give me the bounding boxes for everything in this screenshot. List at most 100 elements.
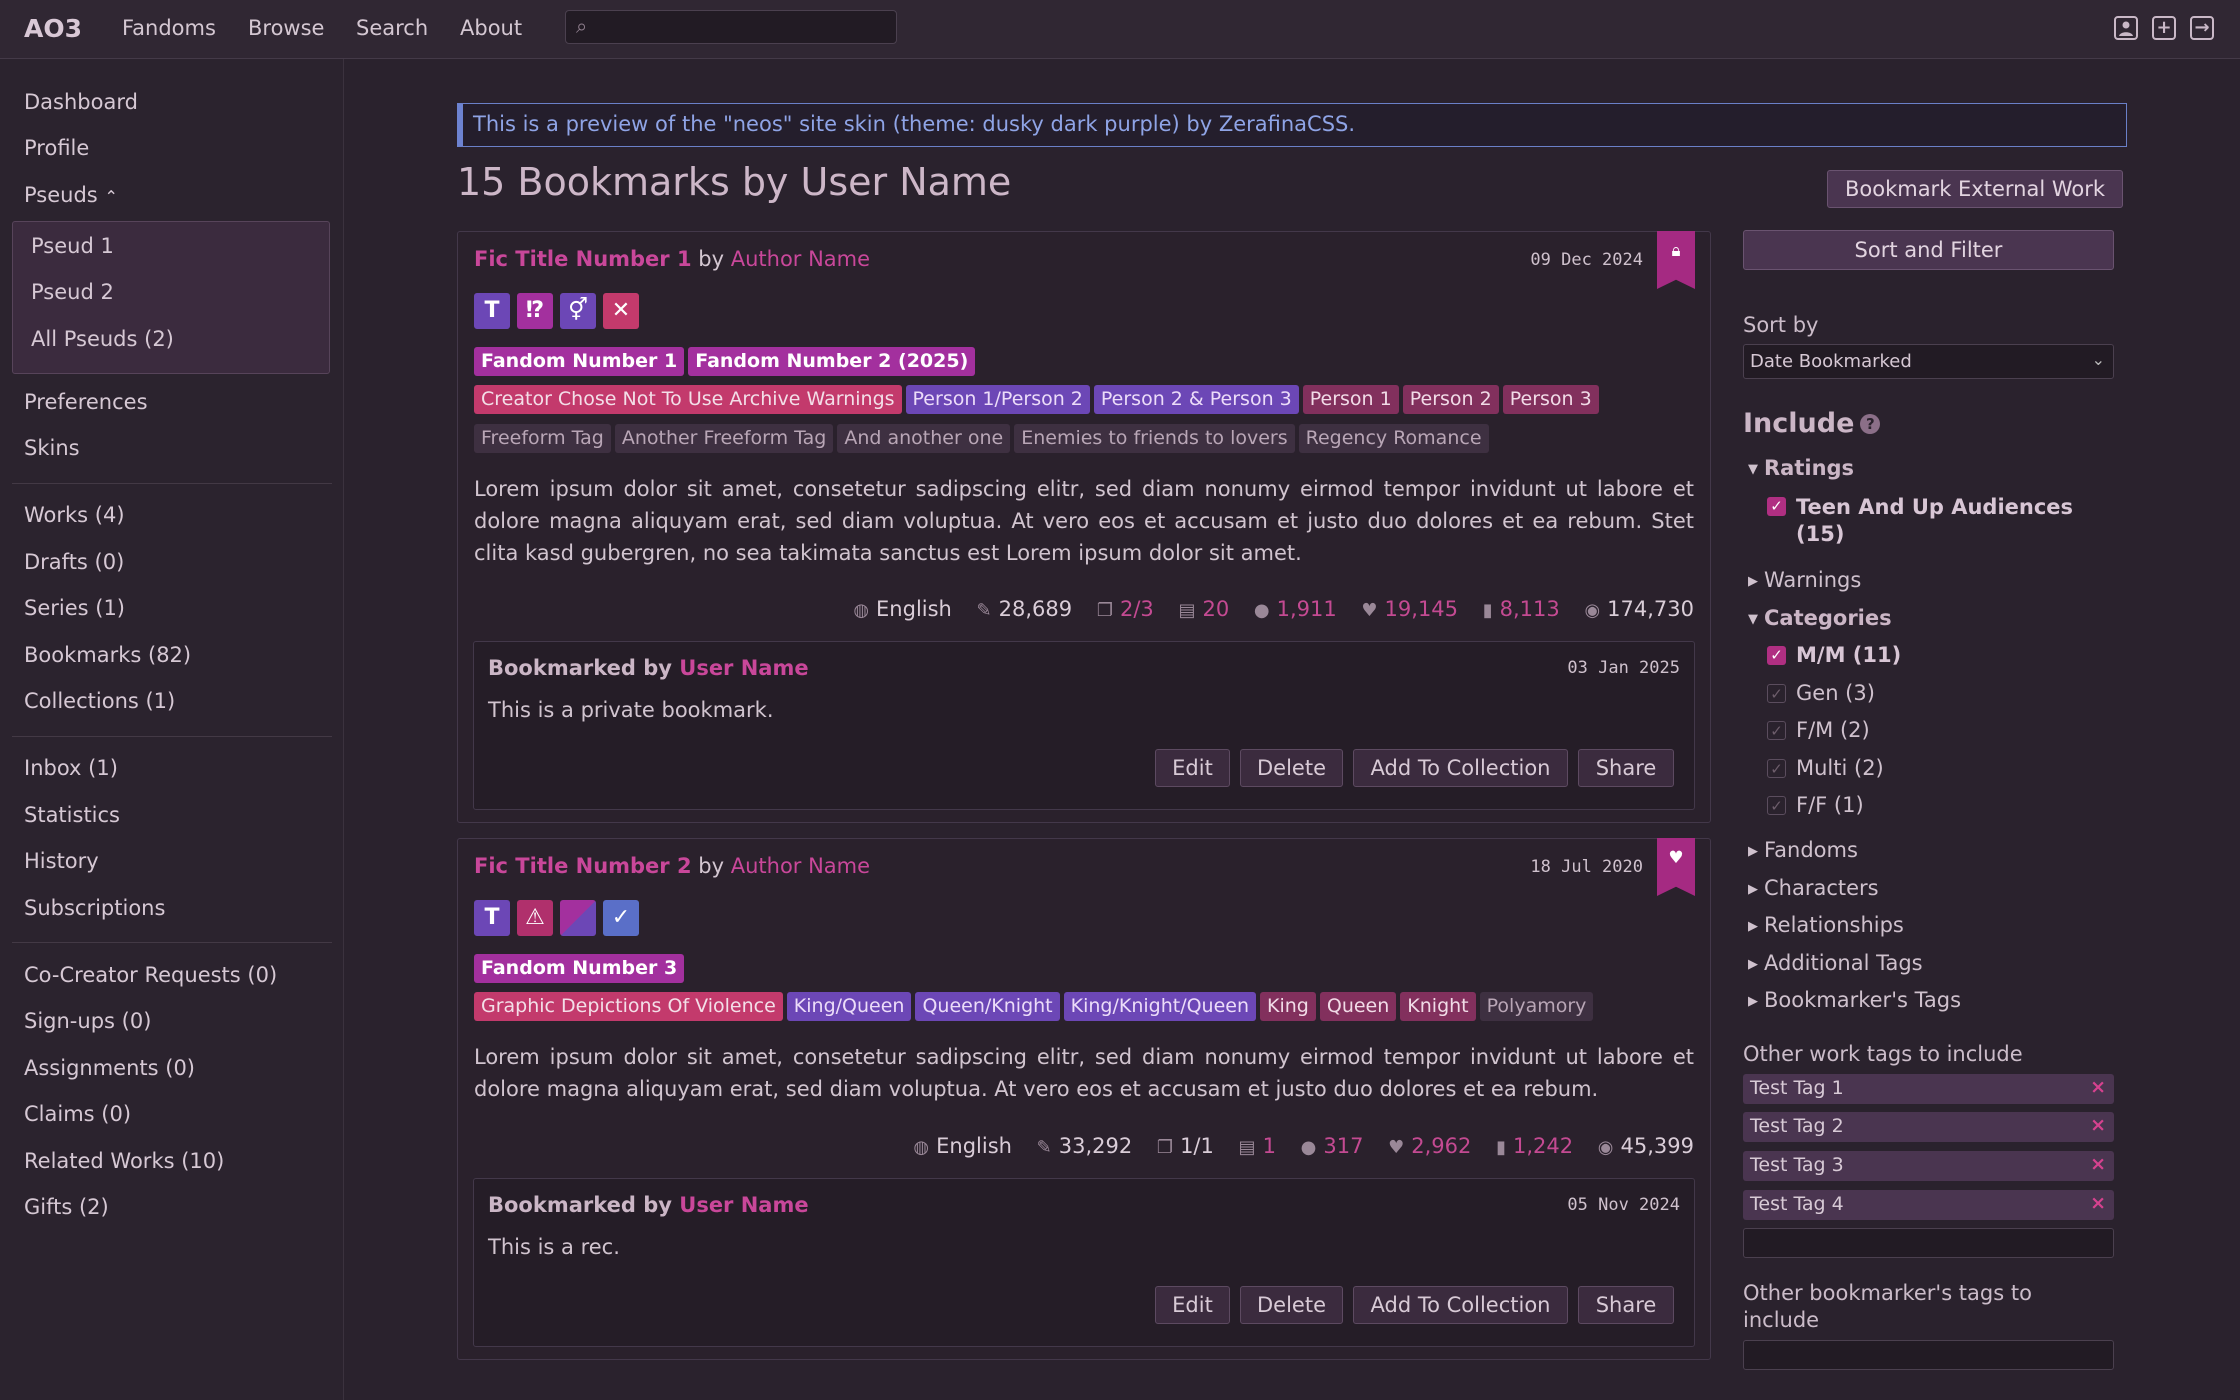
other-work-tags-input[interactable] [1743, 1228, 2114, 1258]
search-input[interactable] [600, 15, 888, 41]
sort-by-select[interactable]: Date Bookmarked ⌄ [1743, 344, 2114, 379]
character-tag[interactable]: Queen [1319, 992, 1397, 1021]
stat-bookmarks[interactable]: 1,242 [1513, 1134, 1573, 1158]
checkbox-checked[interactable]: ✓ [1767, 646, 1786, 665]
site-search[interactable]: ⌕ [565, 10, 897, 44]
sidebar-item-gifts[interactable]: Gifts (2) [24, 1195, 109, 1219]
nav-browse[interactable]: Browse [248, 16, 324, 40]
sidebar-item-co-creator-requests[interactable]: Co-Creator Requests (0) [24, 963, 277, 987]
freeform-tag[interactable]: And another one [837, 424, 1011, 453]
freeform-tag[interactable]: Regency Romance [1298, 424, 1489, 453]
nav-about[interactable]: About [460, 16, 522, 40]
stat-collections[interactable]: 20 [1202, 597, 1229, 621]
sidebar-item-profile[interactable]: Profile [24, 136, 89, 160]
sidebar-item-skins[interactable]: Skins [24, 436, 80, 460]
remove-icon[interactable]: × [2090, 1153, 2106, 1175]
bookmark-external-work-button[interactable]: Bookmark External Work [1827, 170, 2123, 208]
checkbox-checked[interactable]: ✓ [1767, 497, 1786, 516]
sidebar-item-series[interactable]: Series (1) [24, 596, 125, 620]
sidebar-item-statistics[interactable]: Statistics [24, 803, 120, 827]
remove-icon[interactable]: × [2090, 1076, 2106, 1098]
add-icon[interactable]: + [2152, 16, 2176, 40]
other-bookmarker-tags-input[interactable] [1743, 1340, 2114, 1370]
relationship-tag[interactable]: Person 1/Person 2 [905, 385, 1090, 414]
remove-icon[interactable]: × [2090, 1192, 2106, 1214]
help-icon[interactable]: ? [1860, 414, 1881, 434]
nav-fandoms[interactable]: Fandoms [122, 16, 216, 40]
share-button[interactable]: Share [1578, 749, 1674, 787]
checkbox-unchecked[interactable]: ✓ [1767, 721, 1786, 740]
site-logo[interactable]: AO3 [24, 14, 82, 43]
relationship-tag[interactable]: King/Queen [786, 992, 912, 1021]
sidebar-item-assignments[interactable]: Assignments (0) [24, 1056, 195, 1080]
sidebar-item-subscriptions[interactable]: Subscriptions [24, 896, 165, 920]
additional-tags-group-toggle[interactable]: ▶ Additional Tags [1748, 951, 1923, 975]
rating-checkbox-row[interactable]: ✓ Teen And Up Audiences (15) [1767, 494, 2107, 554]
relationship-tag[interactable]: King/Knight/Queen [1063, 992, 1257, 1021]
delete-button[interactable]: Delete [1240, 1286, 1343, 1324]
bookmarker-link[interactable]: User Name [679, 1193, 808, 1217]
character-tag[interactable]: Knight [1400, 992, 1476, 1021]
add-to-collection-button[interactable]: Add To Collection [1353, 749, 1568, 787]
character-tag[interactable]: King [1260, 992, 1316, 1021]
author-link[interactable]: Author Name [731, 854, 870, 878]
sidebar-item-all-pseuds[interactable]: All Pseuds (2) [31, 327, 174, 351]
edit-button[interactable]: Edit [1155, 749, 1230, 787]
categories-group-toggle[interactable]: ▼ Categories [1748, 606, 1892, 630]
fandom-tag[interactable]: Fandom Number 3 [474, 954, 685, 983]
relationship-tag[interactable]: Queen/Knight [915, 992, 1060, 1021]
warning-tag[interactable]: Graphic Depictions Of Violence [474, 992, 783, 1021]
fandom-tag[interactable]: Fandom Number 2 (2025) [688, 347, 976, 376]
stat-comments[interactable]: 317 [1323, 1134, 1363, 1158]
checkbox-unchecked[interactable]: ✓ [1767, 759, 1786, 778]
checkbox-unchecked[interactable]: ✓ [1767, 684, 1786, 703]
sidebar-item-pseud-2[interactable]: Pseud 2 [31, 280, 114, 304]
character-tag[interactable]: Person 1 [1302, 385, 1399, 414]
relationship-tag[interactable]: Person 2 & Person 3 [1093, 385, 1299, 414]
sidebar-item-inbox[interactable]: Inbox (1) [24, 756, 118, 780]
stat-bookmarks[interactable]: 8,113 [1500, 597, 1560, 621]
sidebar-item-claims[interactable]: Claims (0) [24, 1102, 131, 1126]
ratings-group-toggle[interactable]: ▼ Ratings [1748, 456, 1854, 480]
warnings-group-toggle[interactable]: ▶ Warnings [1748, 568, 1861, 592]
freeform-tag[interactable]: Freeform Tag [474, 424, 611, 453]
sidebar-item-collections[interactable]: Collections (1) [24, 689, 175, 713]
user-icon[interactable] [2114, 16, 2138, 40]
warning-tag[interactable]: Creator Chose Not To Use Archive Warning… [474, 385, 902, 414]
stat-kudos[interactable]: 2,962 [1411, 1134, 1471, 1158]
logout-icon[interactable]: → [2190, 16, 2214, 40]
remove-icon[interactable]: × [2090, 1114, 2106, 1136]
edit-button[interactable]: Edit [1155, 1286, 1230, 1324]
sidebar-item-history[interactable]: History [24, 849, 99, 873]
fandom-tag[interactable]: Fandom Number 1 [474, 347, 685, 376]
work-title-link[interactable]: Fic Title Number 2 [474, 854, 692, 878]
character-tag[interactable]: Person 3 [1502, 385, 1599, 414]
relationships-group-toggle[interactable]: ▶ Relationships [1748, 913, 1904, 937]
stat-comments[interactable]: 1,911 [1277, 597, 1337, 621]
character-tag[interactable]: Person 2 [1402, 385, 1499, 414]
author-link[interactable]: Author Name [731, 247, 870, 271]
checkbox-unchecked[interactable]: ✓ [1767, 796, 1786, 815]
stat-chapters[interactable]: 2/3 [1120, 597, 1154, 621]
sidebar-item-bookmarks[interactable]: Bookmarks (82) [24, 643, 191, 667]
delete-button[interactable]: Delete [1240, 749, 1343, 787]
share-button[interactable]: Share [1578, 1286, 1674, 1324]
sidebar-item-drafts[interactable]: Drafts (0) [24, 550, 124, 574]
fandoms-group-toggle[interactable]: ▶ Fandoms [1748, 838, 1858, 862]
sidebar-item-related-works[interactable]: Related Works (10) [24, 1149, 224, 1173]
sidebar-item-dashboard[interactable]: Dashboard [24, 90, 138, 114]
sidebar-item-pseuds[interactable]: Pseuds ⌃ [24, 183, 118, 207]
add-to-collection-button[interactable]: Add To Collection [1353, 1286, 1568, 1324]
stat-kudos[interactable]: 19,145 [1385, 597, 1458, 621]
sidebar-item-pseud-1[interactable]: Pseud 1 [31, 234, 114, 258]
bookmarkers-tags-group-toggle[interactable]: ▶ Bookmarker's Tags [1748, 988, 1961, 1012]
sort-and-filter-button[interactable]: Sort and Filter [1743, 230, 2114, 270]
freeform-tag[interactable]: Enemies to friends to lovers [1014, 424, 1295, 453]
freeform-tag[interactable]: Polyamory [1479, 992, 1594, 1021]
sidebar-item-preferences[interactable]: Preferences [24, 390, 148, 414]
sidebar-item-works[interactable]: Works (4) [24, 503, 125, 527]
stat-collections[interactable]: 1 [1263, 1134, 1276, 1158]
sidebar-item-sign-ups[interactable]: Sign-ups (0) [24, 1009, 151, 1033]
bookmarker-link[interactable]: User Name [679, 656, 808, 680]
nav-search[interactable]: Search [356, 16, 428, 40]
